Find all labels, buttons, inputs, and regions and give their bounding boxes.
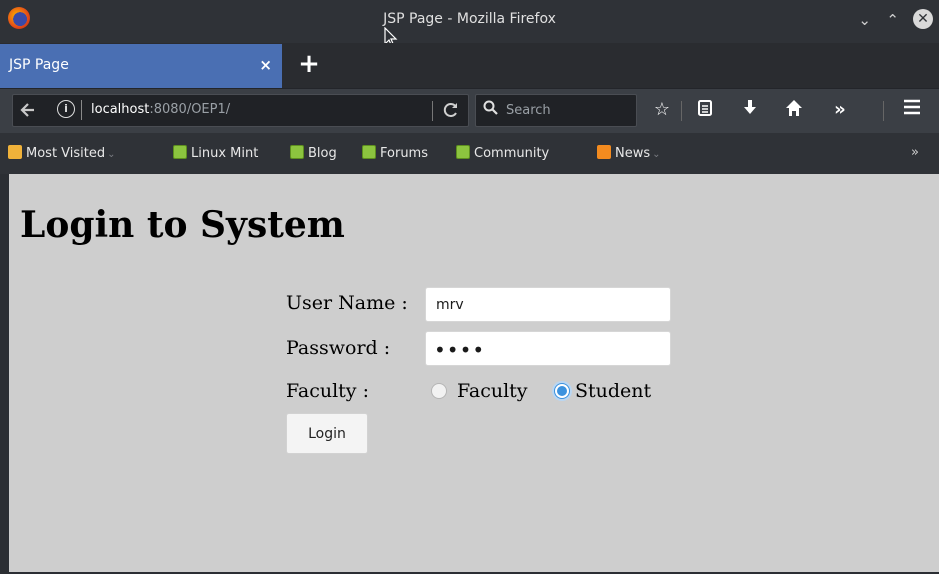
bookmark-most-visited[interactable]: Most Visited ⌄ (8, 145, 116, 163)
toolbar-separator (681, 101, 682, 121)
page-content: Login to System User Name : mrv Password… (9, 174, 939, 572)
chevron-down-icon: ⌄ (652, 149, 661, 160)
url-bar[interactable]: i localhost:8080/OEP1/ (12, 94, 469, 127)
bookmark-star-icon[interactable]: ☆ (650, 99, 674, 121)
bookmark-linux-mint[interactable]: Linux Mint (173, 145, 258, 163)
tab-label: JSP Page (9, 57, 69, 73)
home-icon[interactable] (782, 99, 806, 123)
linux-mint-icon (173, 145, 187, 159)
back-arrow-icon[interactable] (19, 99, 37, 121)
bookmark-blog[interactable]: Blog (290, 145, 337, 163)
username-field[interactable]: mrv (425, 287, 671, 322)
overflow-chevrons-icon[interactable]: » (828, 99, 852, 121)
bookmark-label: Most Visited (26, 146, 106, 161)
tab-close-icon[interactable]: × (259, 56, 272, 74)
bookmarks-overflow-button[interactable]: » (911, 145, 919, 160)
search-box[interactable]: Search (475, 94, 637, 127)
reader-list-icon[interactable] (693, 99, 717, 123)
window-titlebar: JSP Page - Mozilla Firefox ⌄ ⌃ ✕ (0, 0, 939, 48)
url-separator (432, 101, 433, 121)
bookmarks-toolbar: Most Visited ⌄ Linux Mint Blog Forums Com… (0, 133, 939, 174)
linux-mint-icon (362, 145, 376, 159)
password-mask: •••• (434, 338, 486, 362)
username-value: mrv (436, 297, 464, 313)
bookmark-news[interactable]: News ⌄ (597, 145, 661, 163)
url-text[interactable]: localhost:8080/OEP1/ (91, 102, 230, 117)
search-placeholder: Search (506, 103, 551, 118)
radio-student[interactable] (554, 383, 570, 399)
toolbar-separator (883, 101, 884, 121)
info-icon[interactable]: i (57, 100, 75, 118)
bookmark-label: Blog (308, 146, 337, 161)
search-icon (483, 100, 498, 119)
linux-mint-icon (290, 145, 304, 159)
chevron-down-icon: ⌄ (107, 149, 116, 160)
bookmark-label: Forums (380, 146, 428, 161)
radio-faculty[interactable] (431, 383, 447, 399)
page-title: Login to System (20, 204, 345, 246)
download-icon[interactable] (738, 99, 762, 123)
faculty-label: Faculty : (286, 380, 369, 402)
username-label: User Name : (286, 292, 408, 314)
password-field[interactable]: •••• (425, 331, 671, 366)
rss-icon (597, 145, 611, 159)
bookmark-label: News (615, 146, 651, 161)
window-title: JSP Page - Mozilla Firefox (383, 11, 556, 27)
password-label: Password : (286, 337, 391, 359)
reload-icon[interactable] (440, 99, 462, 121)
maximize-button[interactable]: ⌃ (886, 11, 899, 29)
navigation-toolbar: i localhost:8080/OEP1/ Search ☆ » (0, 88, 939, 133)
url-host: localhost (91, 102, 150, 117)
close-window-button[interactable]: ✕ (913, 9, 933, 29)
login-button[interactable]: Login (286, 413, 368, 454)
radio-faculty-label[interactable]: Faculty (457, 380, 528, 402)
new-tab-button[interactable]: + (296, 49, 322, 79)
bookmark-forums[interactable]: Forums (362, 145, 428, 163)
hamburger-menu-icon[interactable] (900, 99, 924, 121)
tab-jsp-page[interactable]: JSP Page × (0, 44, 282, 88)
url-separator (81, 100, 82, 120)
bookmark-label: Linux Mint (191, 146, 259, 161)
most-visited-icon (8, 145, 22, 159)
bookmark-community[interactable]: Community (456, 145, 549, 163)
minimize-button[interactable]: ⌄ (858, 11, 871, 29)
radio-student-label[interactable]: Student (575, 380, 651, 402)
linux-mint-icon (456, 145, 470, 159)
url-path: :8080/OEP1/ (149, 102, 231, 117)
tab-strip: JSP Page × (0, 43, 939, 88)
bookmark-label: Community (474, 146, 550, 161)
